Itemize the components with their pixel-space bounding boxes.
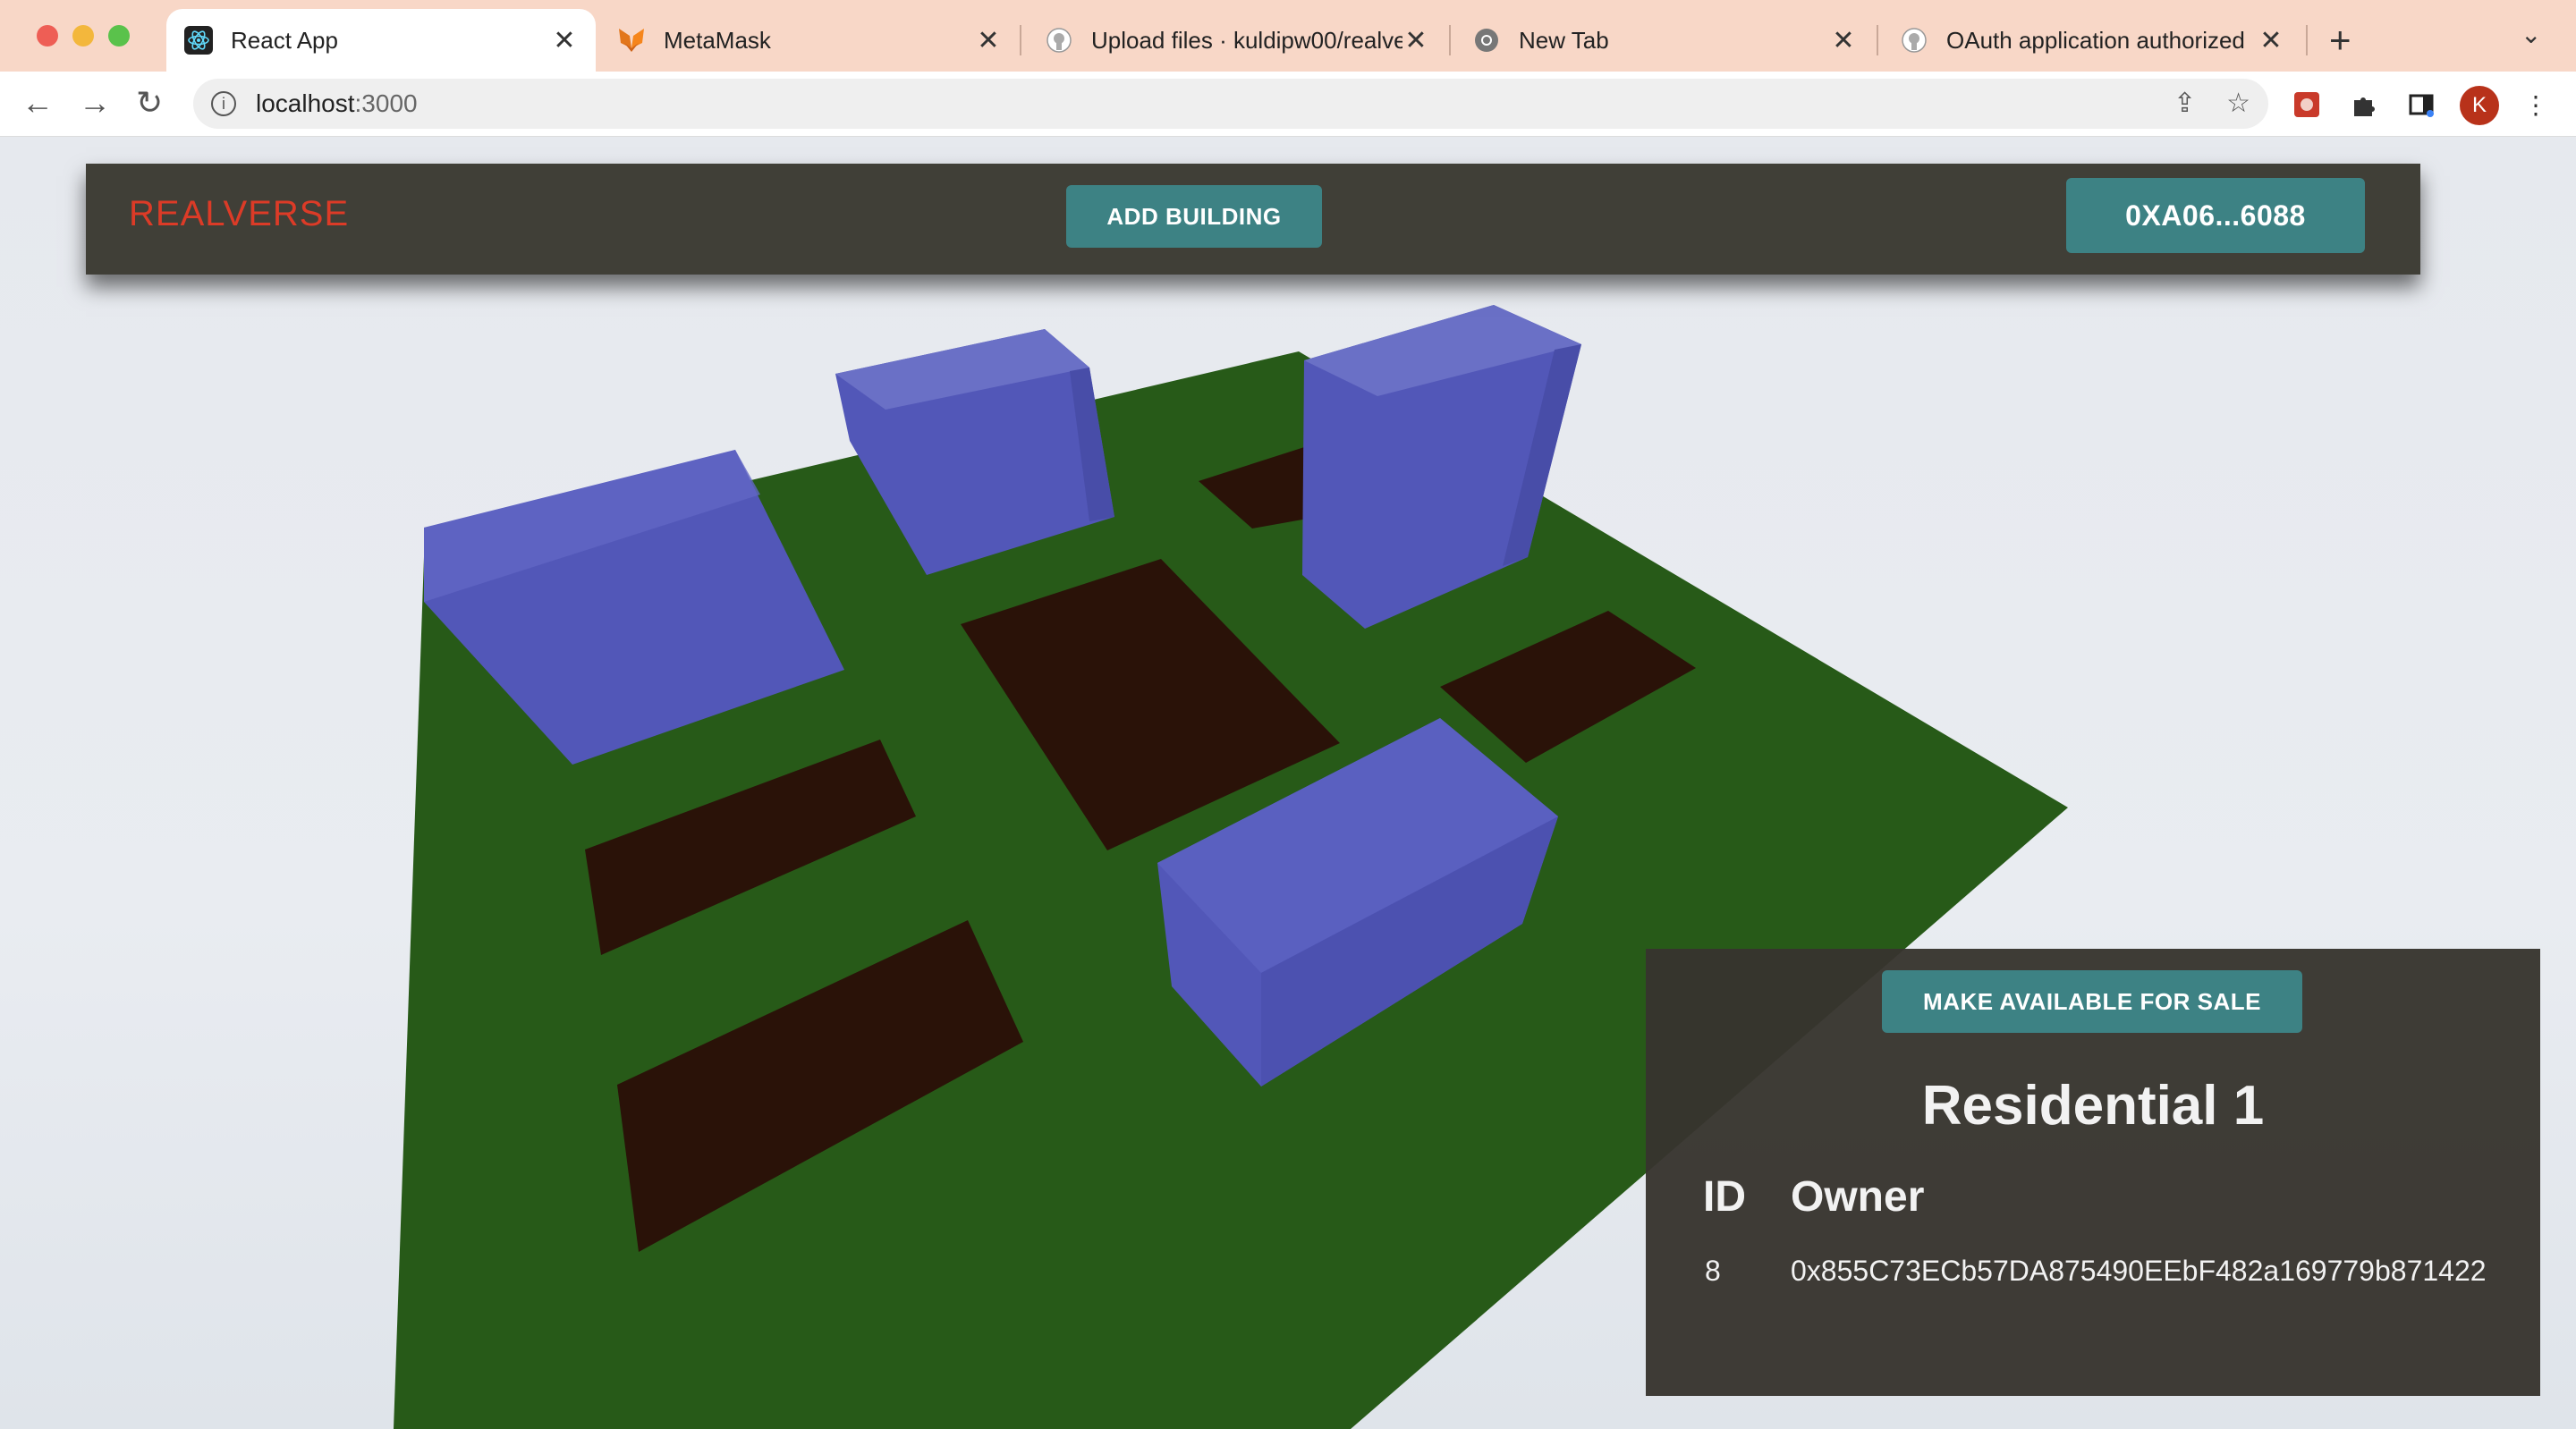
reload-icon[interactable]: ↻ [136,82,163,123]
tab-title: React App [231,26,338,54]
chrome-icon [1472,26,1501,55]
tab-search-chevron-icon[interactable]: ⌄ [2521,20,2541,49]
tab-strip: React App ✕ MetaMask ✕ Upload files · ku… [0,0,2576,72]
bookmark-star-icon[interactable]: ☆ [2226,88,2250,119]
url-host: localhost [256,89,355,117]
close-tab-icon[interactable]: ✕ [551,25,578,56]
tab-metamask[interactable]: MetaMask ✕ [599,9,1020,72]
metamask-fox-icon [617,26,646,55]
react-icon [184,26,213,55]
building-info-panel: MAKE AVAILABLE FOR SALE Residential 1 ID… [1646,949,2540,1396]
tab-new-tab[interactable]: New Tab ✕ [1454,9,1875,72]
close-window-button[interactable] [37,25,58,47]
new-tab-button[interactable]: + [2329,18,2351,63]
tab-separator [1020,25,1021,55]
github-icon [1900,26,1928,55]
tab-separator [1449,25,1451,55]
tab-separator [2306,25,2308,55]
tab-title: Upload files · kuldipw00/realverse [1091,26,1402,54]
id-column-header: ID [1703,1173,1746,1221]
owner-column-header: Owner [1791,1173,1925,1221]
extensions-puzzle-icon[interactable] [2349,89,2379,120]
tab-title: MetaMask [664,26,771,54]
minimize-window-button[interactable] [72,25,94,47]
tab-title: OAuth application authorized [1946,26,2245,54]
tab-title: New Tab [1519,26,1609,54]
browser-menu-icon[interactable]: ⋮ [2521,89,2551,120]
forward-arrow-icon[interactable]: → [79,82,111,123]
tab-oauth[interactable]: OAuth application authorized ✕ [1882,9,2302,72]
owner-address-value: 0x855C73ECb57DA875490EEbF482a169779b8714… [1791,1255,2487,1287]
app-viewport: REALVERSE ADD BUILDING 0XA06...6088 MAKE… [0,137,2576,1429]
tab-upload-files[interactable]: Upload files · kuldipw00/realverse ✕ [1027,9,1447,72]
add-building-button[interactable]: ADD BUILDING [1066,185,1322,248]
make-available-for-sale-button[interactable]: MAKE AVAILABLE FOR SALE [1882,970,2302,1033]
wallet-account-button[interactable]: 0XA06...6088 [2066,178,2365,253]
close-tab-icon[interactable]: ✕ [1402,25,1429,56]
app-navbar: REALVERSE ADD BUILDING 0XA06...6088 [86,164,2420,275]
extension-red-icon[interactable] [2292,89,2322,120]
site-info-icon[interactable]: i [211,91,236,116]
brand-logo[interactable]: REALVERSE [129,194,349,234]
close-tab-icon[interactable]: ✕ [1830,25,1857,56]
close-tab-icon[interactable]: ✕ [975,25,1002,56]
browser-toolbar: ← → ↻ i localhost:3000 ⇪ ☆ [0,72,2576,138]
close-tab-icon[interactable]: ✕ [2258,25,2284,56]
tab-react-app[interactable]: React App ✕ [166,9,596,72]
profile-avatar[interactable]: K [2460,86,2499,125]
tab-separator [1877,25,1878,55]
github-icon [1045,26,1073,55]
address-bar[interactable]: i localhost:3000 ⇪ ☆ [193,79,2268,129]
url-port: :3000 [354,89,418,117]
maximize-window-button[interactable] [108,25,130,47]
side-panel-icon[interactable] [2406,89,2436,120]
building-title: Residential 1 [1921,1075,2265,1137]
share-icon[interactable]: ⇪ [2174,88,2196,119]
back-arrow-icon[interactable]: ← [21,82,54,123]
building-id-value: 8 [1705,1255,1721,1287]
